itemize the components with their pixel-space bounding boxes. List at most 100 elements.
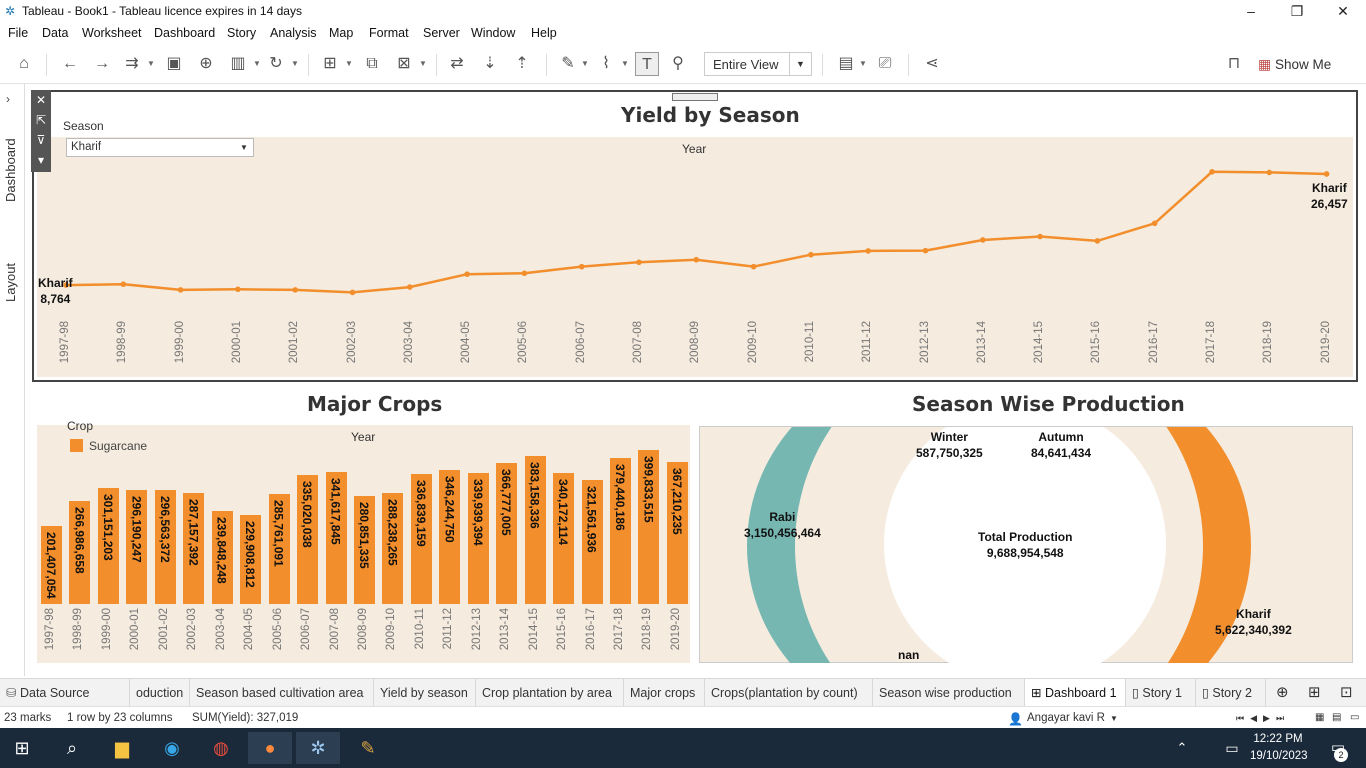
go-to-sheet-icon[interactable]: ⇱: [31, 110, 51, 130]
winter-name: Winter: [930, 430, 968, 444]
tab-dashboard-1[interactable]: ⊞ Dashboard 1: [1025, 679, 1126, 707]
yield-point[interactable]: [521, 270, 528, 277]
yield-x-tick: 2015-16: [1090, 321, 1103, 364]
crops-x-tick: 2009-10: [385, 608, 398, 651]
edge-browser-icon[interactable]: ◉: [150, 732, 194, 764]
network-icon[interactable]: ▭: [1210, 732, 1254, 764]
tab-story-2-label: Story 2: [1212, 686, 1252, 700]
yield-point[interactable]: [636, 259, 642, 266]
tab-production[interactable]: oduction: [130, 679, 190, 707]
tab-crops-plantation-by-count[interactable]: Crops(plantation by count): [705, 679, 873, 707]
status-user[interactable]: Angayar kavi R: [1027, 712, 1105, 724]
yield-point[interactable]: [235, 286, 241, 293]
clock[interactable]: 12:22 PM 19/10/2023: [1250, 731, 1308, 765]
crops-x-tick: 2018-19: [641, 608, 654, 651]
clock-date: 19/10/2023: [1250, 750, 1308, 762]
yield-x-tick: 1998-99: [116, 321, 129, 364]
tab-major-crops[interactable]: Major crops: [624, 679, 705, 707]
yield-point[interactable]: [177, 287, 184, 293]
crops-x-tick: 2017-18: [613, 608, 625, 651]
yield-x-tick: 2009-10: [746, 321, 759, 364]
yield-x-tick: 1999-00: [173, 321, 186, 364]
crops-legend-title: Crop: [67, 419, 94, 433]
tab-season-wise-production[interactable]: Season wise production: [873, 679, 1025, 707]
search-icon[interactable]: ⌕: [50, 732, 94, 764]
crops-x-tick: 2012-13: [470, 608, 483, 651]
season-label-rabi: Rabi 3,150,456,464: [744, 509, 821, 541]
yield-point[interactable]: [1209, 169, 1215, 175]
tab-story-1-label: Story 1: [1142, 686, 1182, 700]
crops-bar-label: 346,244,750: [442, 476, 457, 544]
crops-bar-label: 366,777,005: [499, 468, 514, 536]
yield-point[interactable]: [1094, 238, 1101, 244]
yield-x-tick: 2000-01: [230, 321, 243, 364]
season-label-nan: nan: [898, 648, 920, 662]
yield-point[interactable]: [1323, 171, 1330, 177]
legend-swatch-sugarcane: [70, 439, 83, 452]
crops-x-tick: 2004-05: [243, 608, 256, 651]
tab-yield-by-season[interactable]: Yield by season: [374, 679, 476, 707]
winter-value: 587,750,325: [916, 446, 983, 460]
tableau-app-icon[interactable]: ✲: [296, 732, 340, 764]
yield-series-line: [65, 170, 1327, 294]
new-dashboard-tab-icon[interactable]: ⊞: [1302, 679, 1332, 707]
tab-data-source[interactable]: ⛁ Data Source: [0, 679, 130, 707]
windows-start-icon[interactable]: ⊞: [0, 732, 44, 764]
yield-point[interactable]: [1151, 220, 1158, 227]
crops-bar-label: 336,839,159: [413, 480, 428, 547]
crops-chart-title: Major Crops: [307, 392, 443, 416]
tab-season-based-cultivation-area[interactable]: Season based cultivation area: [190, 679, 374, 707]
crops-x-tick: 2002-03: [186, 608, 199, 651]
crops-bar-label: 301,151,203: [100, 493, 115, 561]
chrome-browser-icon[interactable]: ◍: [199, 732, 243, 764]
yield-end-annotation: Kharif 26,457: [1311, 180, 1348, 212]
yield-point[interactable]: [578, 263, 585, 270]
yield-point[interactable]: [808, 251, 814, 258]
tabs-view-icon[interactable]: ▭: [1350, 712, 1359, 723]
film-strip-icon[interactable]: ▤: [1332, 712, 1341, 723]
user-dropdown-icon[interactable]: ▼: [1110, 714, 1118, 723]
yield-point[interactable]: [865, 248, 871, 254]
tab-story-2[interactable]: ▯ Story 2: [1196, 679, 1266, 707]
yield-point[interactable]: [349, 289, 356, 296]
tab-crop-plantation-by-area[interactable]: Crop plantation by area: [476, 679, 624, 707]
status-bar: 23 marks 1 row by 23 columns SUM(Yield):…: [0, 706, 1366, 728]
yield-end-value: 26,457: [1311, 197, 1348, 211]
tab-story-1[interactable]: ▯ Story 1: [1126, 679, 1196, 707]
more-options-icon[interactable]: ▾: [31, 150, 51, 170]
paint-app-icon[interactable]: ✎: [346, 732, 390, 764]
crops-bar-label: 229,908,812: [243, 521, 258, 589]
yield-point[interactable]: [693, 256, 700, 263]
sheet-sorter-icon[interactable]: ▦: [1315, 712, 1324, 723]
yield-point[interactable]: [750, 263, 757, 270]
yield-point[interactable]: [980, 237, 986, 243]
crops-bar-label: 285,761,091: [271, 499, 286, 567]
yield-point[interactable]: [464, 271, 470, 277]
new-story-tab-icon[interactable]: ⊡: [1334, 679, 1364, 707]
yield-point[interactable]: [120, 281, 127, 288]
yield-point[interactable]: [1037, 233, 1043, 240]
crops-x-tick: 2014-15: [527, 608, 540, 651]
dashboard-grid-icon: ⊞: [1031, 686, 1042, 700]
new-worksheet-tab-icon[interactable]: ⊕: [1270, 679, 1300, 707]
crops-legend-item[interactable]: Sugarcane: [89, 439, 147, 453]
yield-point[interactable]: [292, 287, 299, 293]
remove-zone-icon[interactable]: ✕: [31, 90, 51, 110]
filter-icon[interactable]: ⊽: [31, 130, 51, 150]
firefox-browser-icon[interactable]: ●: [248, 732, 292, 764]
sheet-navigation-icons[interactable]: ⏮◀▶⏭: [1236, 713, 1290, 724]
yield-x-tick: 2002-03: [345, 321, 358, 364]
yield-point[interactable]: [1266, 169, 1273, 176]
file-explorer-icon[interactable]: ▆: [100, 732, 144, 764]
yield-start-label: Kharif: [38, 276, 73, 290]
crops-bar-label: 379,440,186: [613, 463, 627, 531]
yield-point[interactable]: [922, 247, 929, 254]
yield-x-tick: 2007-08: [632, 321, 644, 364]
show-hidden-icons-icon[interactable]: ⌃: [1160, 732, 1204, 764]
crops-bar-label: 266,986,658: [72, 507, 87, 574]
yield-point[interactable]: [407, 284, 413, 290]
crops-bar-label: 341,617,845: [328, 478, 343, 545]
yield-x-tick: 2003-04: [402, 321, 415, 364]
status-sum: SUM(Yield): 327,019: [192, 712, 299, 724]
clock-time: 12:22 PM: [1253, 733, 1303, 745]
